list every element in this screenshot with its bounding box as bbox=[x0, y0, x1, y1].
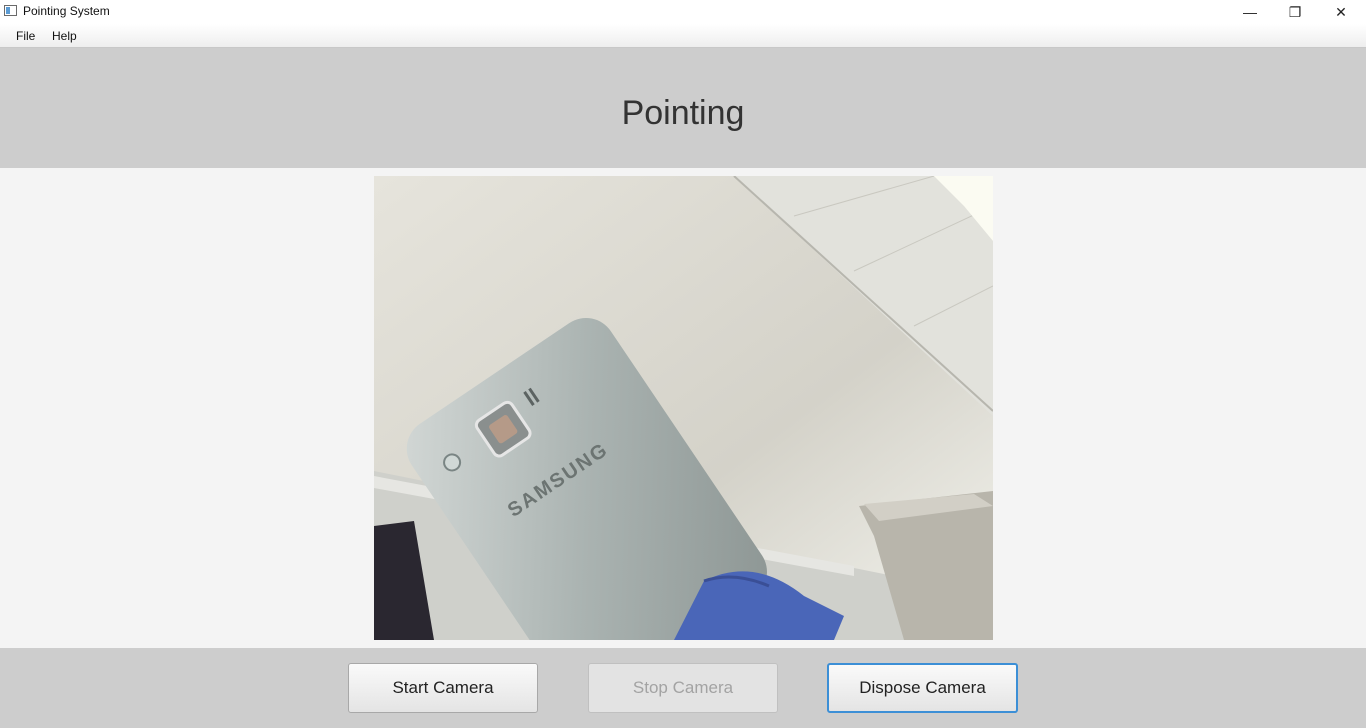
camera-feed: SAMSUNG bbox=[374, 176, 993, 640]
header-panel: Pointing bbox=[0, 48, 1366, 168]
webcam-image: SAMSUNG bbox=[374, 176, 993, 640]
stop-camera-button[interactable]: Stop Camera bbox=[588, 663, 778, 713]
app-window-icon bbox=[4, 5, 17, 16]
restore-button[interactable]: ❐ bbox=[1272, 0, 1318, 24]
title-bar: Pointing System — ❐ ✕ bbox=[0, 0, 1366, 24]
window-title: Pointing System bbox=[23, 4, 110, 18]
menu-file[interactable]: File bbox=[16, 29, 35, 43]
start-camera-button[interactable]: Start Camera bbox=[348, 663, 538, 713]
minimize-button[interactable]: — bbox=[1227, 0, 1273, 24]
page-title: Pointing bbox=[621, 93, 745, 132]
close-button[interactable]: ✕ bbox=[1318, 0, 1364, 24]
dispose-camera-button[interactable]: Dispose Camera bbox=[827, 663, 1018, 713]
menu-bar: File Help bbox=[0, 24, 1366, 48]
menu-help[interactable]: Help bbox=[52, 29, 77, 43]
